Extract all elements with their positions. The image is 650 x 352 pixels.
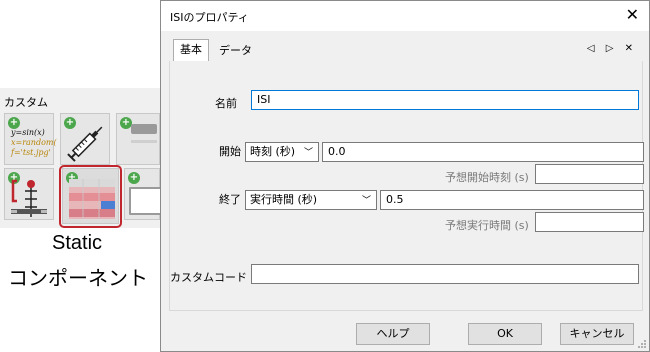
marker-component-button[interactable]: + [4, 168, 54, 220]
ok-button[interactable]: OK [468, 323, 542, 345]
title-bar: ISIのプロパティ ✕ [161, 1, 649, 31]
end-type-select[interactable]: 実行時間 (秒) ﹀ [245, 190, 377, 210]
code-snippet: y=sin(x) x=random( f='tst.jpg' [11, 128, 57, 157]
name-label: 名前 [215, 97, 237, 110]
tab-data[interactable]: データ [213, 41, 258, 61]
tab-nav-icons[interactable]: ◁ ▷ ✕ [587, 43, 637, 54]
component-caption: コンポーネント [8, 268, 148, 290]
start-type-select[interactable]: 時刻 (秒) ﹀ [245, 142, 319, 162]
rating-icon [131, 124, 157, 134]
static-caption: Static [52, 232, 103, 254]
expected-start-label: 予想開始時刻 (s) [445, 171, 529, 184]
chevron-down-icon: ﹀ [303, 148, 313, 158]
resize-grip-icon[interactable] [637, 339, 647, 349]
tab-strip: 基本 データ ◁ ▷ ✕ [169, 39, 643, 63]
dialog-title: ISIのプロパティ [170, 11, 249, 24]
marker-icon [11, 179, 47, 217]
help-button[interactable]: ヘルプ [356, 323, 430, 345]
custom-code-input[interactable] [251, 264, 639, 284]
code-component-button[interactable]: + y=sin(x) x=random( f='tst.jpg' [4, 113, 57, 165]
end-type-value: 実行時間 (秒) [250, 193, 318, 206]
rating-component-button[interactable]: + [116, 113, 160, 165]
static-highlight [59, 165, 122, 228]
close-icon[interactable]: ✕ [626, 6, 639, 24]
category-label: カスタム [4, 96, 48, 109]
custom-code-label: カスタムコード $ [170, 271, 258, 284]
properties-dialog: ISIのプロパティ ✕ 基本 データ ◁ ▷ ✕ 名前 ISI 開始 時刻 (秒… [160, 0, 650, 352]
start-label: 開始 [219, 145, 241, 158]
expected-duration-input[interactable] [535, 212, 644, 232]
chevron-down-icon: ﹀ [361, 196, 371, 206]
start-value-input[interactable]: 0.0 [322, 142, 644, 162]
expected-duration-label: 予想実行時間 (s) [445, 219, 529, 232]
end-value-input[interactable]: 0.5 [380, 190, 644, 210]
start-type-value: 時刻 (秒) [250, 145, 296, 158]
syringe-component-button[interactable]: + [60, 113, 110, 165]
end-label: 終了 [219, 193, 241, 206]
expected-start-input[interactable] [535, 164, 644, 184]
name-input[interactable]: ISI [251, 90, 639, 110]
cancel-button[interactable]: キャンセル [560, 323, 634, 345]
tab-basic[interactable]: 基本 [173, 39, 209, 63]
syringe-icon [67, 126, 103, 162]
